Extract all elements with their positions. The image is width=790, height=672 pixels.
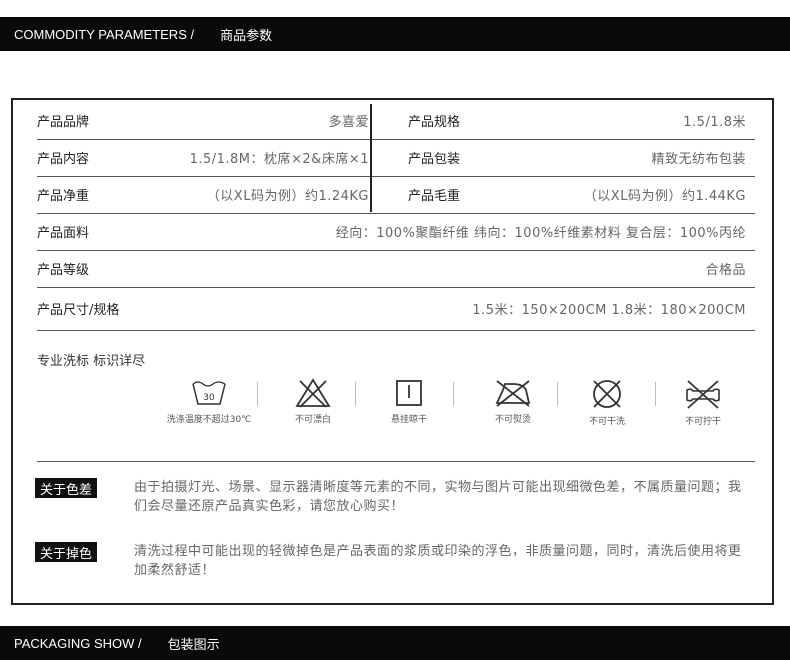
- param-label: 产品包装: [408, 152, 461, 167]
- care-caption: 不可熨烫: [494, 415, 531, 425]
- param-value: （以XL码为例）约1.44KG: [583, 189, 746, 204]
- param-label: 产品净重: [37, 189, 90, 204]
- param-value: （以XL码为例）约1.24KG: [206, 189, 369, 204]
- no-wring-icon: [686, 380, 720, 409]
- care-caption: 不可拧干: [684, 417, 721, 427]
- care-divider: [37, 461, 755, 462]
- param-row-content: 产品内容 1.5/1.8M：枕席×2&床席×1 产品包装 精致无纺布包装: [37, 139, 755, 177]
- icon-separator: [557, 382, 558, 406]
- icon-separator: [355, 382, 356, 406]
- param-value: 合格品: [705, 263, 746, 278]
- note-text-color-diff: 由于拍摄灯光、场景、显示器清晰度等元素的不同，实物与图片可能出现细微色差，不属质…: [134, 480, 742, 514]
- care-caption: 洗涤温度不超过30℃: [166, 415, 252, 425]
- param-value: 经向：100%聚酯纤维 纬向：100%纤维素材料 复合层：100%丙纶: [335, 226, 746, 241]
- param-value: 多喜爱: [328, 115, 369, 130]
- param-row-brand: 产品品牌 多喜爱 产品规格 1.5/1.8米: [37, 102, 755, 140]
- care-item: 不可干洗: [559, 378, 655, 427]
- care-caption: 不可漂白: [294, 415, 331, 425]
- section-title-cn: 商品参数: [220, 28, 273, 44]
- param-label: 产品毛重: [408, 189, 461, 204]
- param-label: 产品规格: [408, 115, 461, 130]
- param-row-grade: 产品等级 合格品: [37, 250, 755, 288]
- param-value: 1.5/1.8米: [683, 115, 746, 130]
- note-text-fading: 清洗过程中可能出现的轻微掉色是产品表面的浆质或印染的浮色，非质量问题，同时，清洗…: [134, 544, 742, 578]
- care-item: 30 洗涤温度不超过30℃: [161, 378, 257, 425]
- no-iron-icon: [495, 380, 531, 407]
- icon-separator: [453, 382, 454, 406]
- param-label: 产品面料: [37, 226, 90, 241]
- care-icons: 30 洗涤温度不超过30℃ 不可漂白 悬挂晾干 不可熨烫 不可干洗 不可拧干: [161, 378, 753, 438]
- param-value: 1.5米：150×200CM 1.8米：180×200CM: [472, 303, 746, 318]
- section-title-en: COMMODITY PARAMETERS /: [14, 26, 195, 42]
- care-caption: 不可干洗: [588, 417, 625, 427]
- no-dry-clean-icon: [593, 380, 621, 408]
- param-row-weight: 产品净重 （以XL码为例）约1.24KG 产品毛重 （以XL码为例）约1.44K…: [37, 176, 755, 214]
- param-label: 产品等级: [37, 263, 90, 278]
- wash-30-icon: 30: [192, 381, 226, 405]
- care-item: 不可熨烫: [465, 378, 561, 425]
- care-item: 不可漂白: [265, 378, 361, 425]
- column-divider: [370, 104, 372, 212]
- section-header-packaging: PACKAGING SHOW / 包装图示: [0, 626, 790, 660]
- param-value: 精致无纺布包装: [651, 152, 746, 167]
- care-caption: 悬挂晾干: [390, 415, 427, 425]
- note-tag-fading: 关于掉色: [35, 542, 98, 562]
- icon-separator: [257, 382, 258, 406]
- param-value: 1.5/1.8M：枕席×2&床席×1: [189, 152, 369, 167]
- care-title: 专业洗标 标识详尽: [37, 354, 146, 369]
- hang-dry-icon: [396, 380, 422, 406]
- note-tag-color-diff: 关于色差: [35, 478, 98, 498]
- no-bleach-icon: [295, 378, 331, 408]
- param-label: 产品内容: [37, 152, 90, 167]
- wash-temp: 30: [203, 393, 215, 403]
- section-title-en: PACKAGING SHOW /: [14, 635, 142, 651]
- param-label: 产品尺寸/规格: [37, 303, 120, 318]
- parameters-panel: 产品品牌 多喜爱 产品规格 1.5/1.8米 产品内容 1.5/1.8M：枕席×…: [11, 98, 774, 605]
- care-item: 不可拧干: [655, 378, 751, 427]
- param-row-fabric: 产品面料 经向：100%聚酯纤维 纬向：100%纤维素材料 复合层：100%丙纶: [37, 213, 755, 251]
- care-item: 悬挂晾干: [361, 378, 457, 425]
- section-header-commodity: COMMODITY PARAMETERS / 商品参数: [0, 17, 790, 51]
- param-label: 产品品牌: [37, 115, 90, 130]
- section-title-cn: 包装图示: [167, 637, 220, 653]
- param-row-size: 产品尺寸/规格 1.5米：150×200CM 1.8米：180×200CM: [37, 287, 755, 331]
